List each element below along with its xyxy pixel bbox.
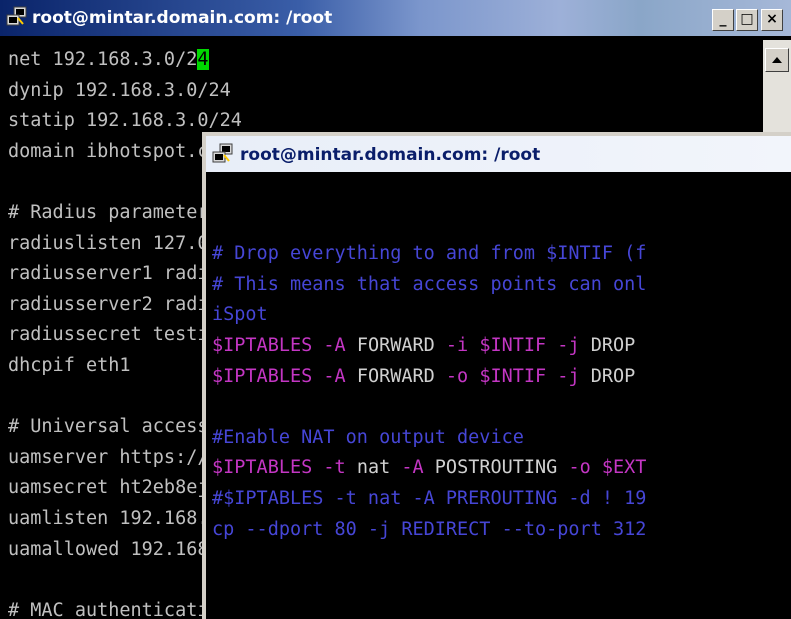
putty-icon (6, 6, 27, 26)
terminal-token: iSpot (212, 304, 268, 326)
front-window-titlebar[interactable]: root@mintar.domain.com: /root (206, 136, 791, 172)
terminal-line: $IPTABLES -t nat -A POSTROUTING -o $EXT (212, 453, 646, 484)
terminal-token: # Drop everything to and from $INTIF (f (212, 243, 647, 265)
maximize-button[interactable]: □ (736, 9, 758, 31)
terminal-line: iSpot (212, 300, 646, 331)
terminal-line: #Enable NAT on output device (212, 423, 646, 454)
terminal-token: $IPTABLES (212, 334, 324, 356)
front-window-title: root@mintar.domain.com: /root (240, 145, 541, 165)
terminal-line: cp --dport 80 -j REDIRECT --to-port 312 (212, 515, 646, 546)
close-button[interactable]: × (761, 9, 783, 31)
minimize-button[interactable]: _ (712, 9, 734, 31)
terminal-token: $IPTABLES (212, 365, 324, 387)
terminal-token: $IPTABLES (212, 457, 324, 479)
back-window-titlebar[interactable]: root@mintar.domain.com: /root _ □ × (0, 0, 791, 36)
terminal-token: -o $EXT (568, 457, 647, 479)
terminal-token: # This means that access points can onl (212, 273, 647, 295)
scroll-up-button[interactable] (765, 48, 789, 72)
terminal-line: $IPTABLES -A FORWARD -o $INTIF -j DROP (212, 362, 646, 393)
terminal-token: -i $INTIF -j (445, 334, 591, 356)
terminal-token: DROP (590, 334, 636, 356)
terminal-line: net 192.168.3.0/2 (8, 49, 198, 70)
terminal-token: DROP (590, 365, 636, 387)
terminal-token: FORWARD (356, 365, 446, 387)
terminal-token: -A (323, 365, 357, 387)
terminal-token: cp --dport 80 -j REDIRECT --to-port 312 (212, 518, 647, 540)
terminal-token: nat (356, 457, 402, 479)
terminal-token: #Enable NAT on output device (212, 426, 524, 448)
front-terminal-output[interactable]: # Drop everything to and from $INTIF (f #… (212, 178, 646, 545)
terminal-line: $IPTABLES -A FORWARD -i $INTIF -j DROP (212, 331, 646, 362)
terminal-token: POSTROUTING (434, 457, 569, 479)
back-window-title: root@mintar.domain.com: /root (32, 8, 333, 28)
text-cursor: 4 (197, 49, 209, 70)
terminal-token: FORWARD (356, 334, 446, 356)
terminal-token: -A (323, 334, 357, 356)
terminal-line: dynip 192.168.3.0/24 (8, 79, 231, 101)
terminal-line: # This means that access points can onl (212, 270, 646, 301)
terminal-token: -A (401, 457, 435, 479)
putty-icon (212, 143, 233, 163)
arrow-up-icon (772, 57, 782, 63)
terminal-token: #$IPTABLES -t nat -A PREROUTING -d ! 19 (212, 487, 647, 509)
terminal-line: # Drop everything to and from $INTIF (f (212, 239, 646, 270)
terminal-token: -o $INTIF -j (445, 365, 591, 387)
terminal-token: -t (323, 457, 357, 479)
terminal-line: #$IPTABLES -t nat -A PREROUTING -d ! 19 (212, 484, 646, 515)
front-terminal-window[interactable]: root@mintar.domain.com: /root # Drop eve… (202, 132, 791, 619)
